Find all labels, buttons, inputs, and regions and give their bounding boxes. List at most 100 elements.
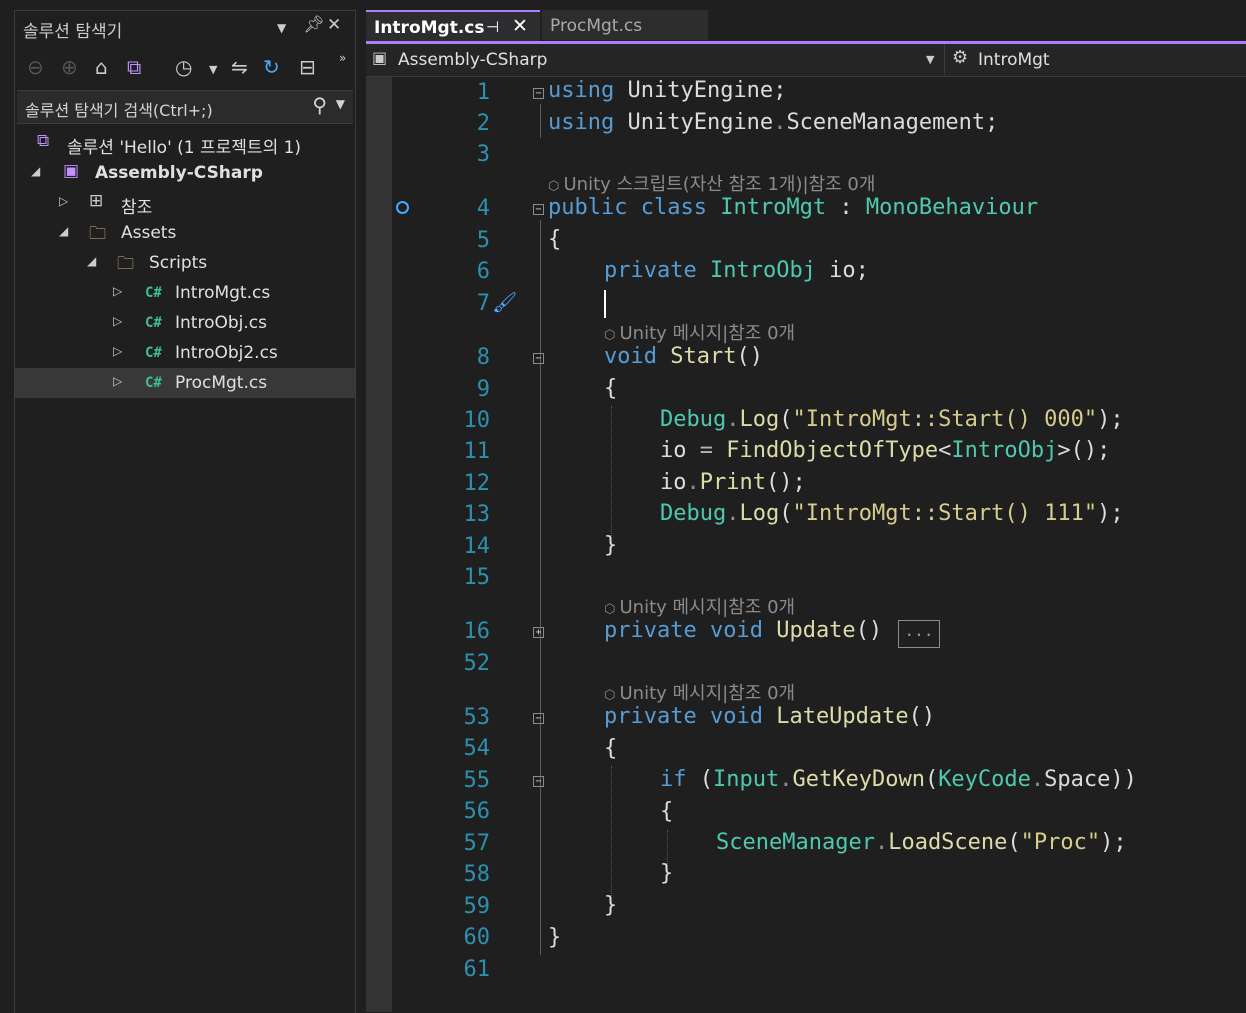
code-lens[interactable]: ⬡ Unity 메시지|참조 0개 xyxy=(604,679,795,705)
line-number: 6 xyxy=(476,259,490,284)
line-number: 60 xyxy=(463,925,491,950)
collapsed-arrow-icon[interactable]: ▷ xyxy=(59,194,68,208)
line-number: 58 xyxy=(463,862,491,887)
outline-guide xyxy=(540,888,541,900)
expanded-arrow-icon[interactable]: ◢ xyxy=(31,164,40,178)
line-number: 61 xyxy=(463,957,491,982)
code-lens[interactable]: ⬡ Unity 스크립트(자산 참조 1개)|참조 0개 xyxy=(548,170,875,196)
collapsed-region[interactable]: ... xyxy=(898,620,940,648)
tree-item-label: IntroObj.cs xyxy=(175,313,267,333)
line-number: 56 xyxy=(463,799,491,824)
home-icon[interactable]: ⌂ xyxy=(95,55,108,79)
line-number: 52 xyxy=(463,651,491,676)
line-number: 54 xyxy=(463,736,491,761)
quick-actions-brush-icon[interactable]: 🖌︎ xyxy=(492,290,517,314)
code-line: private void LateUpdate() xyxy=(604,704,936,729)
text-caret xyxy=(604,290,606,318)
switch-views-icon[interactable]: ⧉ xyxy=(127,55,141,79)
code-line: { xyxy=(548,227,562,252)
code-line: if (Input.GetKeyDown(KeyCode.Space)) xyxy=(660,767,1137,792)
search-input[interactable]: 솔루션 탐색기 검색(Ctrl+;) xyxy=(25,97,213,121)
code-line: { xyxy=(604,736,618,761)
code-lens[interactable]: ⬡ Unity 메시지|참조 0개 xyxy=(604,593,795,619)
outline-guide xyxy=(540,220,541,955)
fold-collapse-icon[interactable]: − xyxy=(533,776,544,787)
code-lens-text[interactable]: Unity 메시지|참조 0개 xyxy=(619,323,795,344)
fold-collapse-icon[interactable]: − xyxy=(533,353,544,364)
code-line: Debug.Log("IntroMgt::Start() 000"); xyxy=(660,407,1124,432)
line-number: 13 xyxy=(463,502,491,527)
chevron-down-icon[interactable]: ▼ xyxy=(277,21,286,35)
line-number: 1 xyxy=(476,80,490,105)
folder-icon: 🗀︎ xyxy=(117,254,134,274)
fold-expand-icon[interactable]: + xyxy=(533,627,544,638)
overflow-icon[interactable]: » xyxy=(339,51,346,65)
pin-icon[interactable]: 📌︎ xyxy=(303,15,325,35)
references-icon: ⊞ xyxy=(89,191,104,211)
fold-collapse-icon[interactable]: − xyxy=(533,88,544,99)
indent-guide xyxy=(611,406,612,536)
fold-collapse-icon[interactable]: − xyxy=(533,713,544,724)
class-dropdown[interactable]: IntroMgt xyxy=(978,50,1050,70)
code-lens-text[interactable]: Unity 스크립트(자산 참조 1개)|참조 0개 xyxy=(563,174,875,195)
tree-item-scripts[interactable]: ◢ 🗀︎ Scripts xyxy=(15,248,355,278)
code-line: { xyxy=(660,799,674,824)
search-icon[interactable]: ⚲ xyxy=(312,93,327,117)
fold-collapse-icon[interactable]: − xyxy=(533,204,544,215)
back-icon[interactable]: ⊖ xyxy=(27,55,44,79)
csharp-file-icon: C# xyxy=(145,345,162,361)
forward-icon[interactable]: ⊕ xyxy=(61,55,78,79)
tree-item-label: IntroObj2.cs xyxy=(175,343,278,363)
solution-search-box[interactable]: 솔루션 탐색기 검색(Ctrl+;) ⚲ ▼ xyxy=(17,90,353,124)
collapsed-arrow-icon[interactable]: ▷ xyxy=(113,284,122,298)
code-line: } xyxy=(604,533,618,558)
line-number: 53 xyxy=(463,705,491,730)
tree-item-file[interactable]: ▷ C# IntroObj2.cs xyxy=(15,338,355,368)
collapsed-arrow-icon[interactable]: ▷ xyxy=(113,314,122,328)
tree-item-assets[interactable]: ◢ 🗀︎ Assets xyxy=(15,218,355,248)
code-lens[interactable]: ⬡ Unity 메시지|참조 0개 xyxy=(604,319,795,345)
collapse-all-icon[interactable]: ⊟ xyxy=(299,55,316,79)
tree-item-file[interactable]: ▷ C# IntroMgt.cs xyxy=(15,278,355,308)
tree-item-file-selected[interactable]: ▷ C# ProcMgt.cs xyxy=(15,368,355,398)
line-number: 5 xyxy=(476,228,490,253)
collapsed-arrow-icon[interactable]: ▷ xyxy=(113,344,122,358)
line-number: 10 xyxy=(463,408,491,433)
close-icon[interactable]: ✕ xyxy=(512,15,528,37)
tab-procmgt[interactable]: ProcMgt.cs xyxy=(542,10,708,40)
expanded-arrow-icon[interactable]: ◢ xyxy=(87,254,96,268)
pin-icon[interactable]: ⊣ xyxy=(486,18,499,36)
line-number: 12 xyxy=(463,471,491,496)
class-icon[interactable]: ⚙ xyxy=(952,47,968,68)
sync-active-document-icon[interactable]: ⇋ xyxy=(231,55,248,79)
code-line: io = FindObjectOfType<IntroObj>(); xyxy=(660,438,1111,463)
tree-item-label: Scripts xyxy=(149,253,208,273)
pending-changes-filter-icon[interactable]: ◷ xyxy=(175,55,192,79)
tree-item-file[interactable]: ▷ C# IntroObj.cs xyxy=(15,308,355,338)
expanded-arrow-icon[interactable]: ◢ xyxy=(59,224,68,238)
navigation-bar: ▣ Assembly-CSharp ▼ ⚙ IntroMgt xyxy=(366,44,1246,77)
chevron-down-icon[interactable]: ▼ xyxy=(926,53,934,66)
tree-item-references[interactable]: ▷ ⊞ 참조 xyxy=(15,188,355,218)
chevron-down-icon[interactable]: ▼ xyxy=(209,63,217,76)
code-line: void Start() xyxy=(604,344,763,369)
line-number: 57 xyxy=(463,831,491,856)
document-tab-bar: IntroMgt.cs ⊣ ✕ ProcMgt.cs xyxy=(366,10,1246,42)
project-dropdown[interactable]: ▣ Assembly-CSharp ▼ xyxy=(366,44,945,75)
tab-label: ProcMgt.cs xyxy=(550,16,643,36)
code-lens-text[interactable]: Unity 메시지|참조 0개 xyxy=(619,683,795,704)
csharp-file-icon: C# xyxy=(145,285,162,301)
tree-item-label: Assembly-CSharp xyxy=(95,163,263,183)
csharp-project-icon: ▣ xyxy=(63,161,80,181)
editor-margin xyxy=(366,77,392,1012)
tab-intromgt[interactable]: IntroMgt.cs ⊣ ✕ xyxy=(366,10,540,42)
code-lens-text[interactable]: Unity 메시지|참조 0개 xyxy=(619,597,795,618)
refresh-icon[interactable]: ↻ xyxy=(263,55,280,79)
collapsed-arrow-icon[interactable]: ▷ xyxy=(113,374,122,388)
chevron-down-icon[interactable]: ▼ xyxy=(336,97,345,111)
unity-icon: ⬡ xyxy=(604,328,620,343)
close-icon[interactable]: ✕ xyxy=(327,15,341,35)
tree-item-project[interactable]: ◢ ▣ Assembly-CSharp xyxy=(15,158,355,188)
line-number: 11 xyxy=(463,439,491,464)
tree-item-solution[interactable]: ⧉ 솔루션 'Hello' (1 프로젝트의 1) xyxy=(15,128,355,158)
